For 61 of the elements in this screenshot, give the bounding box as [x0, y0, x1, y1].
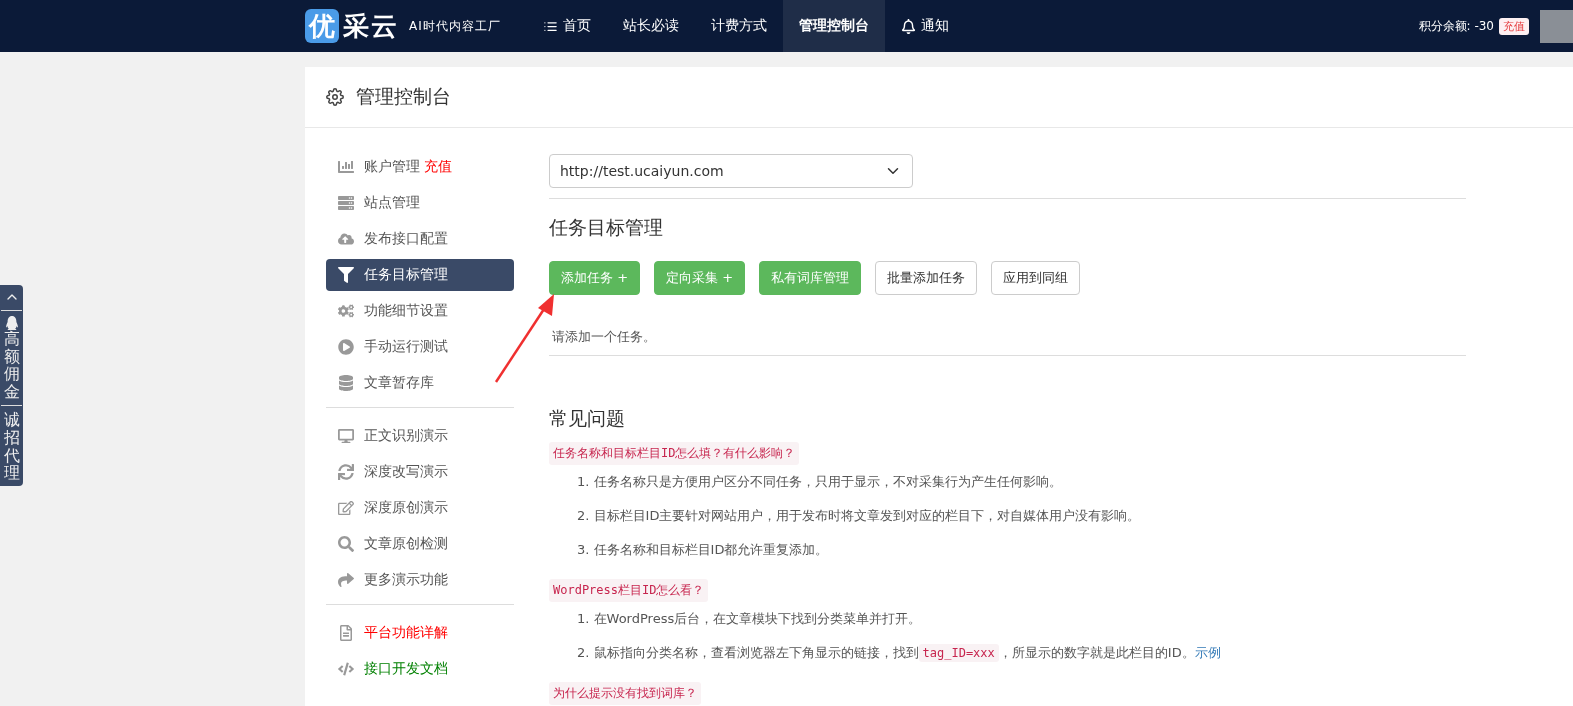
penguin-icon — [4, 316, 19, 330]
sidebar-item[interactable]: 平台功能详解 — [326, 617, 514, 649]
sidebar-item[interactable]: 发布接口配置 — [326, 223, 514, 255]
share-arrow-icon — [338, 572, 354, 588]
logo-name: 采云 — [343, 9, 399, 43]
edit-icon — [338, 500, 354, 516]
faq-question: 为什么提示没有找到词库？ — [549, 682, 701, 705]
play-icon — [338, 339, 354, 355]
sidebar-item[interactable]: 正文识别演示 — [326, 420, 514, 452]
bell-icon — [900, 18, 916, 34]
faq-question: WordPress栏目ID怎么看？ — [549, 579, 709, 602]
panel-title: 管理控制台 — [356, 84, 451, 109]
photo-placeholder[interactable] — [1540, 9, 1573, 43]
faq-answer: 3. 任务名称和目标栏目ID都允许重复添加。 — [577, 541, 830, 559]
recharge-link[interactable]: 充值 — [1499, 17, 1529, 35]
database-icon — [338, 375, 354, 391]
filter-icon — [338, 267, 354, 283]
document-icon — [338, 625, 354, 641]
site-select[interactable]: http://test.ucaiyun.com — [549, 154, 913, 188]
faq-answer: 1. 任务名称只是方便用户区分不同任务，只用于显示，不对采集行为产生任何影响。 — [577, 473, 1063, 491]
logo-mark: 优 — [305, 9, 339, 43]
sidebar-item[interactable]: 账户管理 充值 — [326, 151, 514, 183]
faq-title: 常见问题 — [549, 406, 626, 431]
sidebar-item[interactable]: 手动运行测试 — [326, 331, 514, 363]
sidebar-item[interactable]: 功能细节设置 — [326, 295, 514, 327]
action-button[interactable]: 应用到同组 — [991, 261, 1081, 295]
bar-chart-icon — [338, 159, 354, 175]
faq-question: 任务名称和目标栏目ID怎么填？有什么影响？ — [549, 442, 800, 465]
sidebar-item[interactable]: 任务目标管理 — [326, 259, 514, 291]
sidebar-item[interactable]: 站点管理 — [326, 187, 514, 219]
action-button[interactable]: 批量添加任务 — [875, 261, 978, 295]
faq-answer: 2. 鼠标指向分类名称，查看浏览器左下角显示的链接，找到 tag_ID=xxx ，所显示的数字就是此栏目的ID。示例 — [577, 644, 1222, 662]
sidebar-item[interactable]: 深度原创演示 — [326, 492, 514, 524]
sidebar-item[interactable]: 深度改写演示 — [326, 456, 514, 488]
logo-slogan: AI时代内容工厂 — [409, 17, 501, 35]
recharge-link[interactable]: 充值 — [424, 158, 452, 176]
empty-message: 请添加一个任务。 — [552, 328, 657, 346]
nav-item[interactable]: 通知 — [884, 0, 965, 52]
section-title: 任务目标管理 — [549, 215, 664, 240]
sidebar-item[interactable]: 文章暂存库 — [326, 367, 514, 399]
search-icon — [338, 536, 354, 552]
sidebar-item[interactable]: 文章原创检测 — [326, 528, 514, 560]
faq-answer: 2. 目标栏目ID主要针对网站用户，用于发布时将文章发到对应的栏目下，对自媒体用户没有影响。 — [577, 507, 1142, 525]
code-icon — [338, 661, 354, 677]
gears-icon — [338, 303, 354, 319]
nav-item[interactable]: 首页 — [526, 0, 607, 52]
example-link[interactable]: 示例 — [1194, 645, 1221, 660]
settings-icon — [326, 88, 344, 106]
side-tab-link[interactable]: 诚招代理 — [3, 411, 20, 482]
server-icon — [338, 195, 354, 211]
sidebar-item[interactable]: 更多演示功能 — [326, 564, 514, 596]
faq-answer: 1. 在WordPress后台，在文章模块下找到分类菜单并打开。 — [577, 610, 923, 628]
nav-item[interactable]: 管理控制台 — [782, 0, 885, 52]
sidebar-item[interactable]: 接口开发文档 — [326, 653, 514, 685]
cloud-upload-icon — [338, 231, 354, 247]
side-tab-link[interactable]: 高额佣金 — [3, 330, 20, 401]
nav-item[interactable]: 站长必读 — [606, 0, 695, 52]
refresh-icon — [338, 464, 354, 480]
points-balance: 积分余额: -30 — [1418, 17, 1494, 35]
monitor-icon — [338, 428, 354, 444]
nav-item[interactable]: 计费方式 — [694, 0, 783, 52]
